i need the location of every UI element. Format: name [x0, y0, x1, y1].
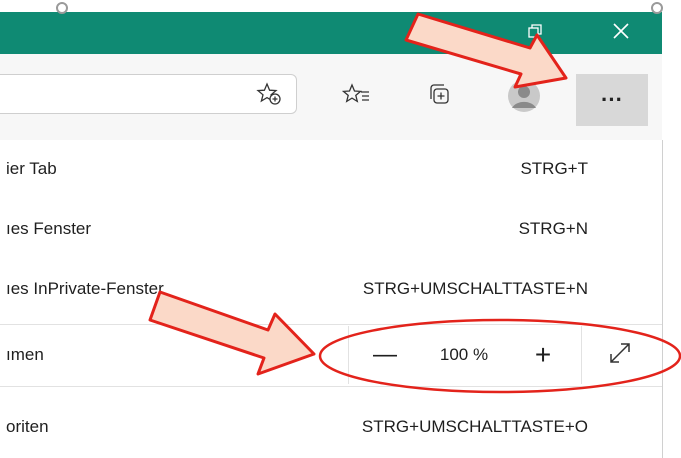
menu-item-new-window[interactable]: ıes Fenster STRG+N — [0, 200, 662, 258]
menu-item-label: ımen — [6, 345, 44, 364]
menu-item-new-tab[interactable]: ier Tab STRG+T — [0, 140, 662, 198]
add-favorite-star-icon[interactable] — [254, 81, 284, 107]
zoom-in-button[interactable]: + — [516, 326, 570, 384]
menu-item-label: oriten — [6, 417, 49, 436]
menu-item-new-inprivate-window[interactable]: ıes InPrivate-Fenster STRG+UMSCHALTTASTE… — [0, 260, 662, 318]
plus-icon: + — [534, 339, 552, 370]
profile-avatar-icon[interactable] — [504, 76, 544, 116]
zoom-out-button[interactable]: — — [358, 326, 412, 384]
title-bar — [0, 12, 662, 54]
menu-item-label: ıes Fenster — [6, 219, 92, 238]
more-menu-button[interactable]: ··· — [576, 74, 648, 126]
window-corner-handle — [651, 2, 663, 14]
close-window-button[interactable] — [598, 12, 644, 54]
restore-window-button[interactable] — [512, 12, 558, 54]
menu-divider — [0, 386, 662, 387]
more-dots-label: ··· — [601, 87, 623, 112]
browser-toolbar: ··· — [0, 54, 662, 141]
menu-item-label: ier Tab — [6, 159, 57, 178]
fullscreen-button[interactable] — [592, 326, 648, 384]
menu-item-zoom: ımen — 100 % + — [0, 326, 662, 384]
settings-menu: ier Tab STRG+T ıes Fenster STRG+N ıes In… — [0, 140, 663, 458]
menu-item-favorites[interactable]: oriten STRG+UMSCHALTTASTE+O — [0, 398, 662, 456]
zoom-divider — [348, 326, 349, 384]
fullscreen-expand-icon — [608, 341, 632, 370]
close-icon — [612, 22, 630, 45]
favorites-star-list-icon[interactable] — [336, 78, 376, 112]
minus-icon: — — [373, 341, 397, 368]
address-bar[interactable] — [0, 74, 297, 114]
menu-item-shortcut: STRG+UMSCHALTTASTE+O — [361, 417, 588, 436]
restore-window-icon — [527, 23, 543, 44]
menu-item-shortcut: STRG+UMSCHALTTASTE+N — [362, 279, 588, 298]
menu-item-shortcut: STRG+N — [518, 219, 588, 238]
menu-item-shortcut: STRG+T — [520, 159, 588, 178]
zoom-level-value: 100 % — [439, 345, 489, 364]
menu-divider — [0, 324, 662, 325]
window-corner-handle — [56, 2, 68, 14]
menu-item-label: ıes InPrivate-Fenster — [6, 279, 164, 298]
zoom-divider — [581, 326, 582, 384]
collections-icon[interactable] — [420, 78, 460, 112]
